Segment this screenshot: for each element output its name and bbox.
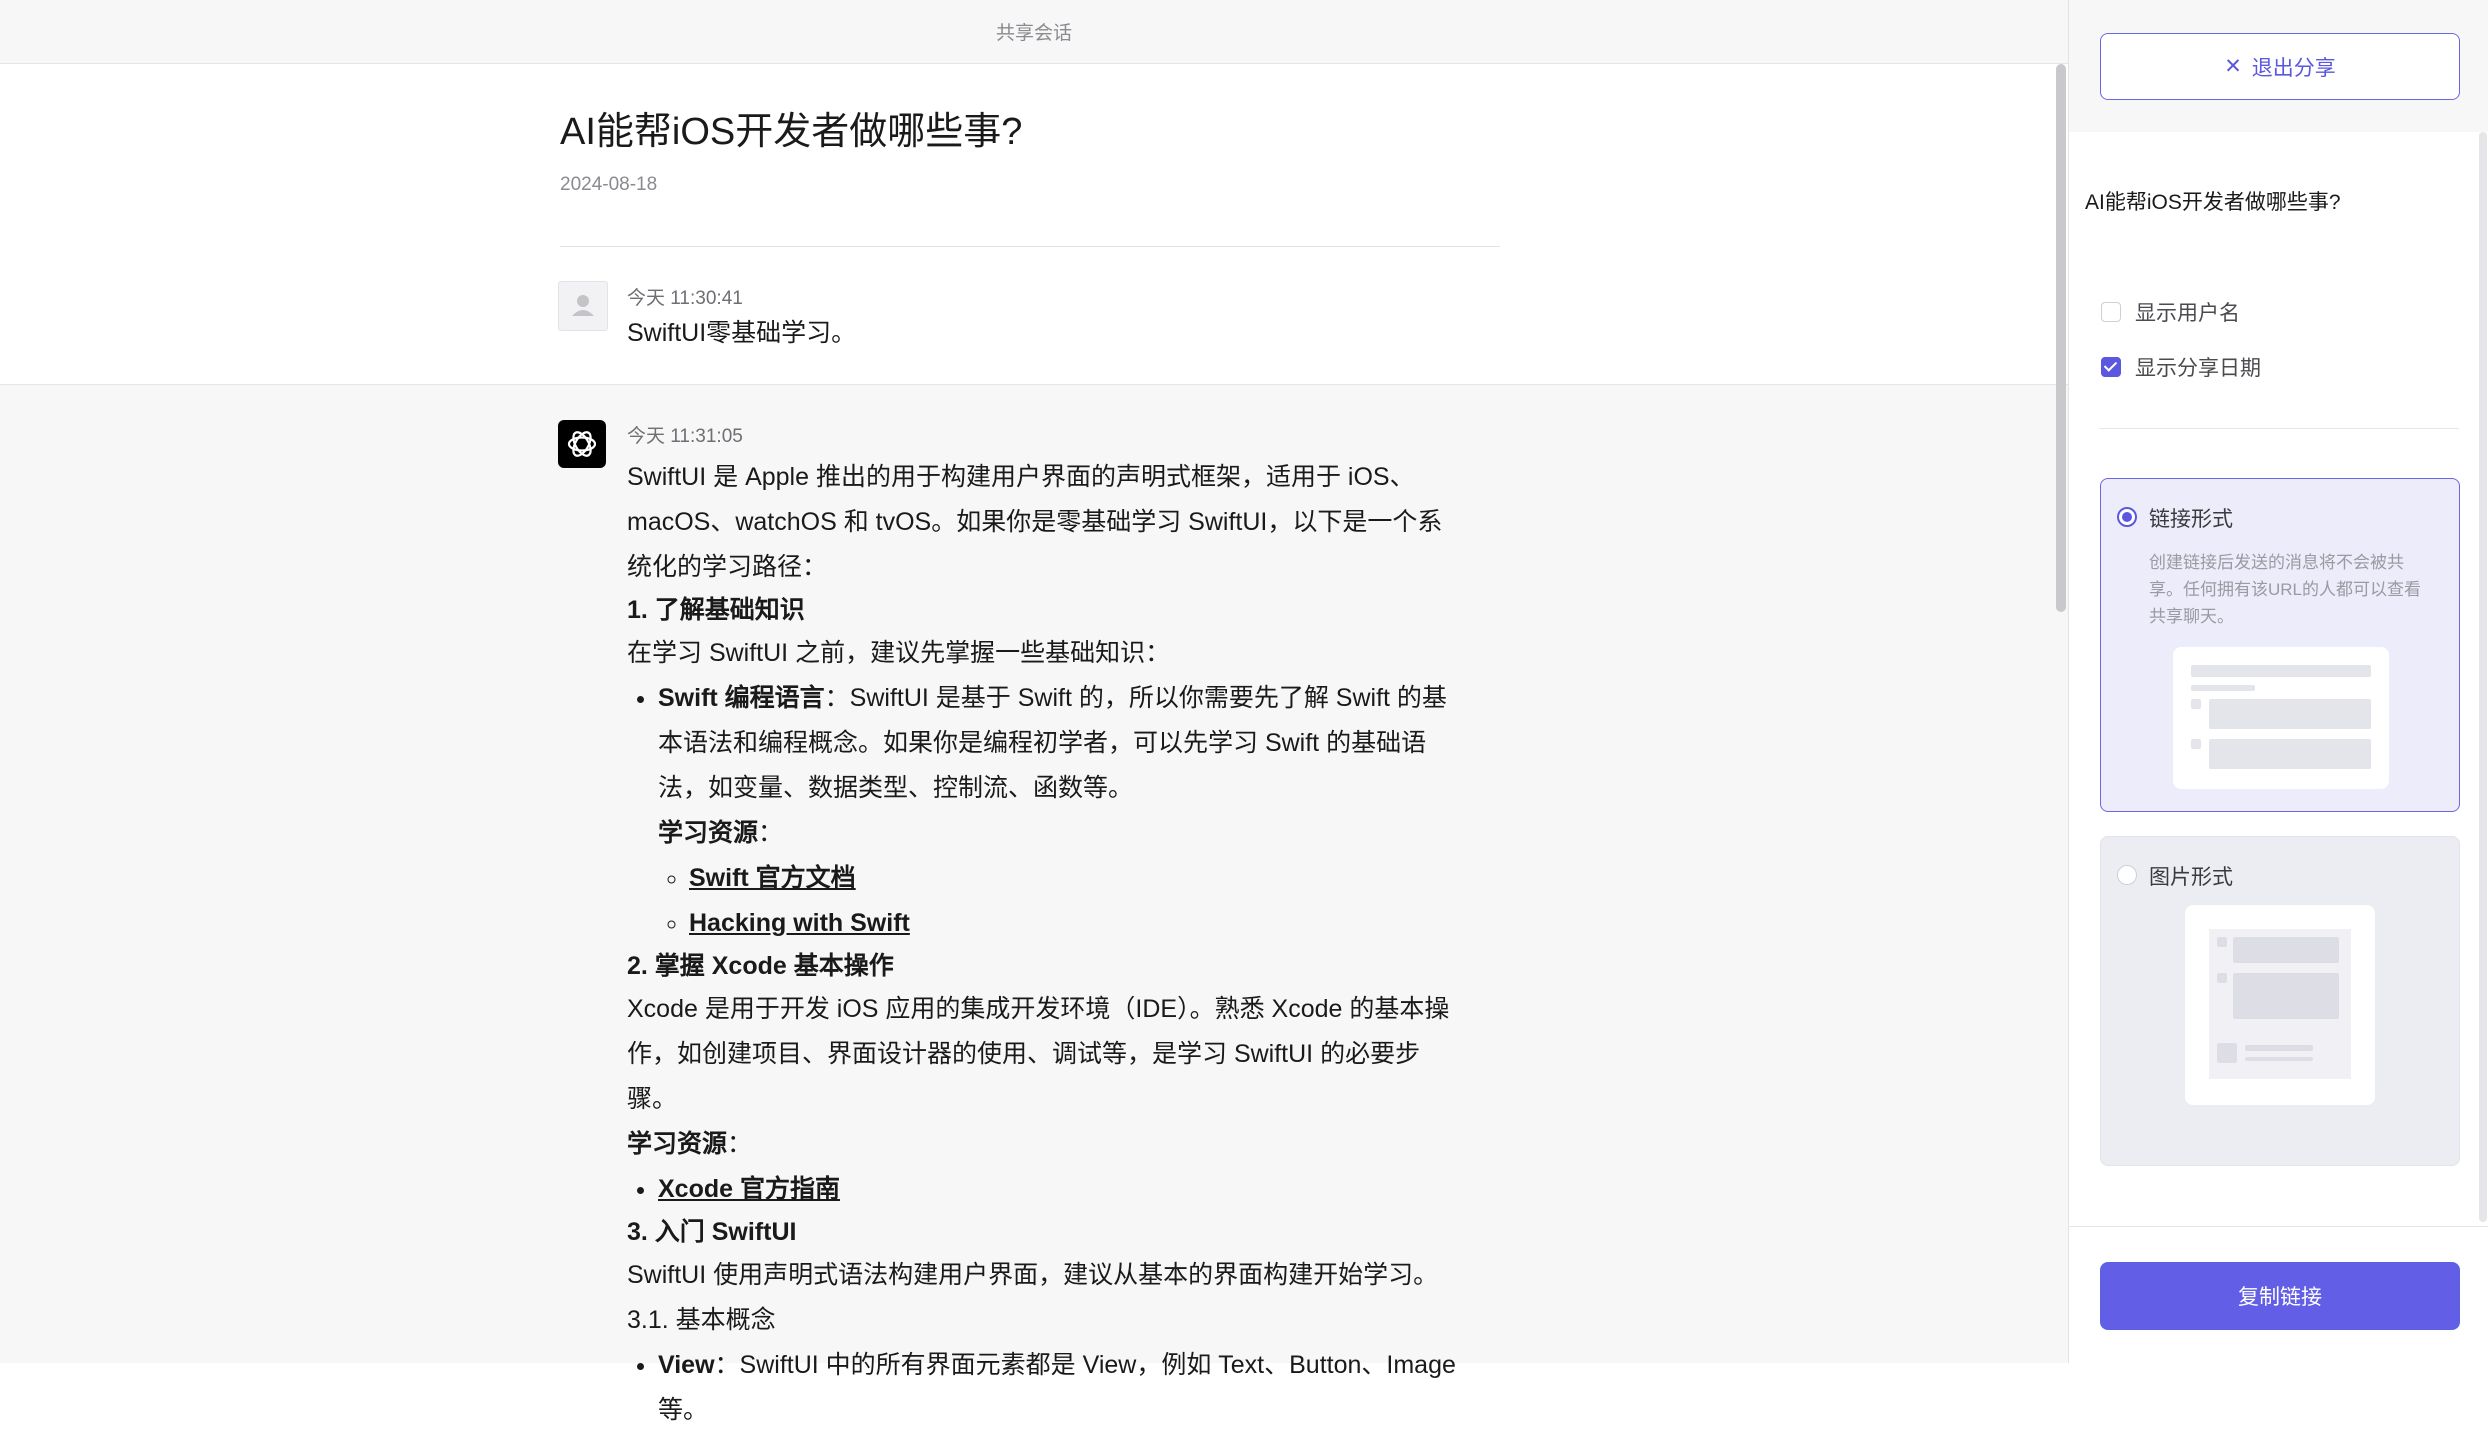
bullet-list: Xcode 官方指南 — [627, 1167, 1467, 1212]
colon: ： — [727, 1130, 753, 1158]
show-date-option[interactable]: 显示分享日期 — [2101, 352, 2261, 382]
show-date-label: 显示分享日期 — [2135, 357, 2261, 380]
assistant-message-body: SwiftUI 是 Apple 推出的用于构建用户界面的声明式框架，适用于 iO… — [627, 455, 1467, 1433]
divider — [2069, 1226, 2488, 1227]
conversation-title: AI能帮iOS开发者做哪些事? — [560, 111, 1023, 153]
assistant-message-time: 今天 11:31:05 — [627, 426, 743, 447]
hacking-with-swift-link[interactable]: Hacking with Swift — [689, 909, 910, 937]
user-message-time: 今天 11:30:41 — [627, 288, 743, 309]
image-format-radio[interactable] — [2117, 865, 2137, 885]
image-preview-illustration — [2185, 905, 2375, 1105]
xcode-guide-link[interactable]: Xcode 官方指南 — [658, 1175, 840, 1203]
list-item: Swift 官方文档 — [689, 856, 1467, 901]
section-heading: 1. 了解基础知识 — [627, 596, 805, 624]
share-panel: ✕ 退出分享 AI能帮iOS开发者做哪些事? 显示用户名 显示分享日期 链接形式… — [2068, 0, 2488, 1363]
bullet-list: Swift 编程语言：SwiftUI 是基于 Swift 的，所以你需要先了解 … — [627, 676, 1467, 946]
list-item-text: ：SwiftUI 中的所有界面元素都是 View，例如 Text、Button、… — [658, 1351, 1456, 1424]
link-format-radio[interactable] — [2117, 507, 2137, 527]
bold-text: 学习资源 — [627, 1130, 728, 1158]
intro-paragraph: SwiftUI 是 Apple 推出的用于构建用户界面的声明式框架，适用于 iO… — [627, 463, 1443, 581]
swift-docs-link[interactable]: Swift 官方文档 — [689, 864, 856, 892]
image-format-option[interactable]: 图片形式 — [2100, 836, 2460, 1166]
paragraph: 在学习 SwiftUI 之前，建议先掌握一些基础知识： — [627, 639, 1171, 667]
top-bar: 共享会话 — [0, 0, 2068, 64]
show-username-option[interactable]: 显示用户名 — [2101, 297, 2240, 327]
user-avatar — [558, 281, 608, 331]
list-item: View：SwiftUI 中的所有界面元素都是 View，例如 Text、But… — [658, 1343, 1467, 1433]
subsection-heading: 3.1. 基本概念 — [627, 1306, 776, 1334]
divider — [2099, 428, 2459, 429]
user-message-text: SwiftUI零基础学习。 — [627, 319, 857, 347]
scrollbar-thumb[interactable] — [2056, 64, 2066, 612]
close-icon: ✕ — [2224, 55, 2242, 78]
list-item: Swift 编程语言：SwiftUI 是基于 Swift 的，所以你需要先了解 … — [658, 676, 1467, 946]
colon: ： — [758, 819, 784, 847]
top-bar-title: 共享会话 — [995, 23, 1072, 44]
show-date-checkbox[interactable] — [2101, 357, 2121, 377]
bullet-list: View：SwiftUI 中的所有界面元素都是 View，例如 Text、But… — [627, 1343, 1467, 1433]
bold-text: View — [658, 1351, 715, 1379]
paragraph: SwiftUI 使用声明式语法构建用户界面，建议从基本的界面构建开始学习。 — [627, 1261, 1439, 1289]
openai-logo-icon — [567, 431, 597, 457]
image-format-label: 图片形式 — [2149, 866, 2233, 889]
list-item: Xcode 官方指南 — [658, 1167, 1467, 1212]
exit-share-button[interactable]: ✕ 退出分享 — [2100, 33, 2460, 100]
list-item: Hacking with Swift — [689, 901, 1467, 946]
conversation-date: 2024-08-18 — [560, 174, 658, 195]
section-heading: 2. 掌握 Xcode 基本操作 — [627, 952, 894, 980]
exit-share-label: 退出分享 — [2251, 56, 2336, 80]
copy-link-button[interactable]: 复制链接 — [2100, 1262, 2460, 1330]
conversation-header: AI能帮iOS开发者做哪些事? 2024-08-18 — [560, 104, 1500, 196]
link-format-option[interactable]: 链接形式 创建链接后发送的消息将不会被共享。任何拥有该URL的人都可以查看共享聊… — [2100, 478, 2460, 812]
show-username-label: 显示用户名 — [2135, 302, 2240, 325]
bold-text: 学习资源 — [658, 819, 759, 847]
assistant-avatar — [558, 420, 606, 468]
show-username-checkbox[interactable] — [2101, 302, 2121, 322]
bullet-list: Swift 官方文档 Hacking with Swift — [658, 856, 1467, 946]
link-format-label: 链接形式 — [2149, 508, 2233, 531]
user-message — [0, 247, 2068, 385]
paragraph: Xcode 是用于开发 iOS 应用的集成开发环境（IDE）。熟悉 Xcode … — [627, 995, 1450, 1113]
panel-scrollbar[interactable] — [2479, 132, 2487, 1222]
link-preview-illustration — [2173, 647, 2389, 789]
section-heading: 3. 入门 SwiftUI — [627, 1218, 797, 1246]
link-format-description: 创建链接后发送的消息将不会被共享。任何拥有该URL的人都可以查看共享聊天。 — [2149, 553, 2422, 626]
share-title: AI能帮iOS开发者做哪些事? — [2085, 191, 2341, 214]
user-icon — [572, 295, 594, 316]
bold-text: Swift 编程语言 — [658, 684, 825, 712]
